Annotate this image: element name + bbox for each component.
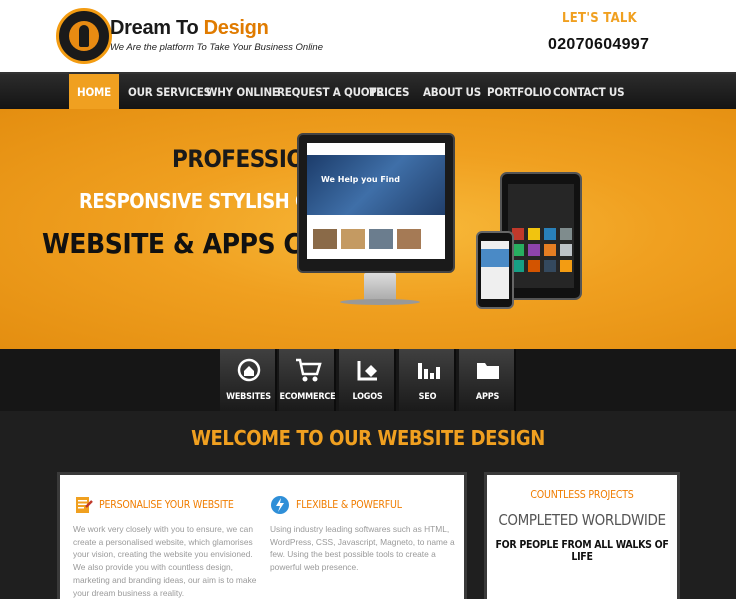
service-tab-seo[interactable]: SEO [399,349,456,411]
tile [560,260,572,272]
nav-item-our-services[interactable]: OUR SERVICES [128,74,211,111]
service-tab-ecommerce[interactable]: ECOMMERCE [279,349,336,411]
phone-screen-bar [481,249,509,267]
monitor-screen-hero [307,155,445,215]
logo-title-part2: Design [203,17,269,39]
monitor-screen: We Help you Find [307,143,445,259]
monitor-base [340,299,420,305]
tile [544,228,556,240]
nav-item-request-a-quote[interactable]: REQUEST A QUOTE [277,74,383,111]
tile [528,260,540,272]
tile [528,244,540,256]
folder-icon [459,357,516,383]
projects-line-2: COMPLETED WORLDWIDE [498,511,666,529]
thumb [369,229,393,249]
services-bar: WEBSITES ECOMMERCE LOGOS SEO APPS [0,349,736,411]
feature-title: PERSONALISE YOUR WEBSITE [99,499,234,511]
service-label: WEBSITES [226,392,271,402]
service-tab-websites[interactable]: WEBSITES [220,349,277,411]
main-nav: HOME OUR SERVICES WHY ONLINE REQUEST A Q… [0,72,736,111]
feature-text: We work very closely with you to ensure,… [73,524,257,598]
welcome-heading: WELCOME TO OUR WEBSITE DESIGN [191,426,545,450]
thumb [397,229,421,249]
monitor-screen-headline: We Help you Find [321,175,400,184]
nav-item-about-us[interactable]: ABOUT US [423,74,481,111]
tablet-screen [508,184,574,288]
service-label: LOGOS [352,392,383,402]
bar-chart-icon [399,357,456,383]
projects-card: COUNTLESS PROJECTS COMPLETED WORLDWIDE F… [484,472,680,599]
feature-title: FLEXIBLE & POWERFUL [296,499,402,511]
feature-text: Using industry leading softwares such as… [270,524,455,573]
phone-number[interactable]: 02070604997 [548,36,649,54]
thumb [313,229,337,249]
logo-title[interactable]: Dream To Design [110,17,269,40]
logo-title-part1: Dream To [110,17,204,39]
service-tab-apps[interactable]: APPS [459,349,516,411]
logo-shape-icon [339,357,396,383]
service-label: ECOMMERCE [279,392,336,402]
desktop-monitor-image: We Help you Find [297,133,455,273]
monitor-stand [364,273,396,301]
lightning-icon [270,495,290,515]
nav-item-portfolio[interactable]: PORTFOLIO [487,74,551,111]
globe-house-icon [220,357,277,383]
tile [560,244,572,256]
phone-device-image [476,231,514,309]
lets-talk-label: LET'S TALK [562,11,638,26]
logo-person-icon [79,25,89,47]
logo-tagline: We Are the platform To Take Your Busines… [110,42,323,53]
nav-item-home[interactable]: HOME [69,74,120,111]
service-label: SEO [418,392,437,402]
thumb [341,229,365,249]
features-card: PERSONALISE YOUR WEBSITE We work very cl… [57,472,467,599]
phone-screen [481,241,509,299]
nav-item-why-online[interactable]: WHY ONLINE [206,74,279,111]
projects-line-1: COUNTLESS PROJECTS [530,489,634,501]
service-label: APPS [475,392,500,402]
cart-icon [279,357,336,383]
projects-line-3: FOR PEOPLE FROM ALL WALKS OF LIFE [495,539,669,563]
tile [560,228,572,240]
service-tab-logos[interactable]: LOGOS [339,349,396,411]
tile [528,228,540,240]
document-icon [73,495,93,515]
tile [544,244,556,256]
nav-item-contact-us[interactable]: CONTACT US [553,74,625,111]
hero-banner: PROFESSIONAL RESPONSIVE STYLISH CREATIVE… [0,109,736,349]
tile [544,260,556,272]
logo-badge[interactable] [56,8,112,64]
nav-item-prices[interactable]: PRICES [369,74,410,111]
site-header: Dream To Design We Are the platform To T… [0,0,736,72]
